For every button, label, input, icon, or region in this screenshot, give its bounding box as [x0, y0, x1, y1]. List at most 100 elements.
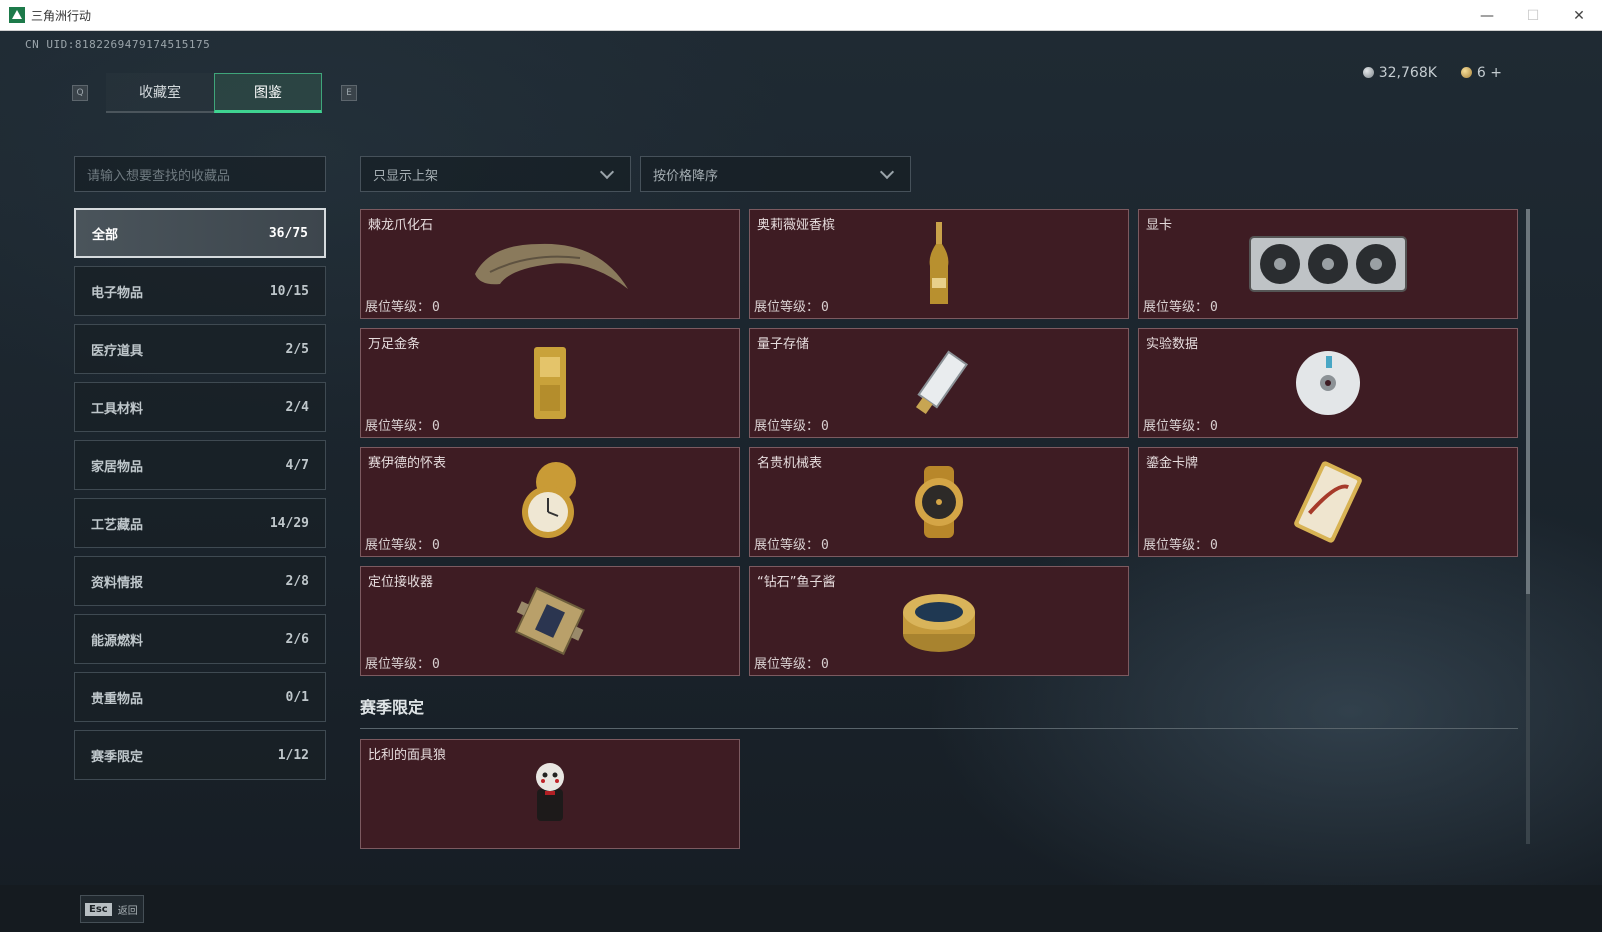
level-label: 展位等级： — [365, 419, 431, 434]
item-name: 量子存储 — [757, 337, 810, 352]
close-button[interactable]: ✕ — [1556, 0, 1602, 31]
maximize-button[interactable]: ☐ — [1510, 0, 1556, 31]
sort-value: 按价格降序 — [653, 168, 719, 184]
category-label: 资料情报 — [91, 575, 144, 591]
display-level: 展位等级： 0 — [1143, 296, 1218, 315]
minimize-button[interactable]: — — [1464, 0, 1510, 31]
category-tools[interactable]: 工具材料 2/4 — [74, 382, 326, 432]
back-button[interactable]: Esc 返回 — [80, 895, 144, 923]
scrollbar[interactable] — [1526, 209, 1530, 844]
gold-currency[interactable]: 6 + — [1460, 65, 1502, 81]
item-name: 棘龙爪化石 — [368, 218, 434, 233]
display-level: 展位等级： 0 — [365, 296, 440, 315]
category-electronics[interactable]: 电子物品 10/15 — [74, 266, 326, 316]
esc-key-hint: Esc — [85, 902, 112, 916]
silver-coin-icon — [1362, 67, 1374, 78]
caviar-tin-icon — [903, 594, 975, 652]
level-value: 0 — [821, 538, 829, 553]
category-count: 4/7 — [285, 457, 309, 473]
item-name: 实验数据 — [1146, 337, 1199, 352]
category-list: 全部 36/75 电子物品 10/15 医疗道具 2/5 工具材料 2/4 家居物品 4/… — [74, 208, 326, 788]
category-fuel[interactable]: 能源燃料 2/6 — [74, 614, 326, 664]
window-controls: — ☐ ✕ — [1464, 0, 1602, 31]
display-level: 展位等级： 0 — [754, 415, 829, 434]
search-input[interactable]: 请输入想要查找的收藏品 — [74, 156, 326, 192]
section-divider — [360, 728, 1518, 729]
scrollbar-thumb[interactable] — [1526, 209, 1530, 594]
app-logo-icon — [9, 7, 25, 23]
gold-bar-icon — [534, 347, 566, 419]
category-count: 36/75 — [268, 225, 308, 241]
key-hint-e: E — [341, 85, 357, 101]
level-label: 展位等级： — [754, 657, 820, 672]
category-label: 赛季限定 — [91, 749, 144, 765]
level-value: 0 — [1210, 538, 1218, 553]
level-label: 展位等级： — [754, 538, 820, 553]
tab-collection-room[interactable]: 收藏室 — [106, 73, 214, 113]
display-level: 展位等级： 0 — [365, 653, 440, 672]
category-label: 全部 — [92, 227, 119, 243]
item-card[interactable]: 名贵机械表 展位等级： 0 — [749, 447, 1129, 557]
display-level: 展位等级： 0 — [1143, 534, 1218, 553]
bottom-bar: Esc 返回 — [0, 885, 1602, 932]
item-name: “钻石”鱼子酱 — [757, 575, 836, 590]
disc-icon — [1296, 351, 1360, 415]
category-count: 0/1 — [285, 689, 309, 705]
category-season[interactable]: 赛季限定 1/12 — [74, 730, 326, 780]
display-level: 展位等级： 0 — [365, 415, 440, 434]
category-label: 电子物品 — [91, 285, 144, 301]
item-card[interactable]: “钻石”鱼子酱 展位等级： 0 — [749, 566, 1129, 676]
dinosaur-claw-icon — [475, 243, 628, 289]
item-name: 名贵机械表 — [757, 456, 823, 471]
pocket-watch-icon — [522, 462, 576, 538]
level-value: 0 — [1210, 419, 1218, 434]
level-label: 展位等级： — [754, 300, 820, 315]
category-all[interactable]: 全部 36/75 — [74, 208, 326, 258]
currency-display: 32,768K 6 + — [1362, 65, 1502, 81]
category-count: 14/29 — [269, 515, 309, 531]
shelf-filter-dropdown[interactable]: 只显示上架 — [360, 156, 631, 192]
item-card[interactable]: 万足金条 展位等级： 0 — [360, 328, 740, 438]
top-tabs: 收藏室 图鉴 — [106, 73, 322, 113]
category-valuables[interactable]: 贵重物品 0/1 — [74, 672, 326, 722]
level-value: 0 — [1210, 300, 1218, 315]
display-level: 展位等级： 0 — [754, 653, 829, 672]
item-name: 定位接收器 — [368, 575, 434, 590]
category-label: 工具材料 — [91, 401, 144, 417]
level-label: 展位等级： — [1143, 419, 1209, 434]
tab-catalog[interactable]: 图鉴 — [214, 73, 322, 113]
category-count: 10/15 — [269, 283, 309, 299]
item-card[interactable]: 鎏金卡牌 展位等级： 0 — [1138, 447, 1518, 557]
level-label: 展位等级： — [1143, 300, 1209, 315]
item-card[interactable]: 比利的面具狼 展位等级：0 — [360, 739, 740, 849]
category-intel[interactable]: 资料情报 2/8 — [74, 556, 326, 606]
category-label: 能源燃料 — [91, 633, 144, 649]
item-card[interactable]: 定位接收器 展位等级： 0 — [360, 566, 740, 676]
item-card[interactable]: 显卡 展位等级： 0 — [1138, 209, 1518, 319]
level-value: 0 — [432, 419, 440, 434]
item-card[interactable]: 实验数据 展位等级： 0 — [1138, 328, 1518, 438]
category-label: 工艺藏品 — [91, 517, 144, 533]
level-label: 展位等级： — [365, 657, 431, 672]
category-crafts[interactable]: 工艺藏品 14/29 — [74, 498, 326, 548]
item-card[interactable]: 棘龙爪化石 展位等级： 0 — [360, 209, 740, 319]
level-value: 0 — [432, 538, 440, 553]
item-name: 比利的面具狼 — [368, 748, 447, 763]
level-value: 0 — [432, 657, 440, 672]
item-card[interactable]: 量子存储 展位等级： 0 — [749, 328, 1129, 438]
item-card[interactable]: 赛伊德的怀表 展位等级： 0 — [360, 447, 740, 557]
category-medical[interactable]: 医疗道具 2/5 — [74, 324, 326, 374]
window-title: 三角洲行动 — [31, 8, 92, 23]
game-viewport: CN UID:8182269479174515175 Q 收藏室 图鉴 E 32… — [0, 31, 1602, 932]
item-card[interactable]: 奥莉薇娅香槟 展位等级： 0 — [749, 209, 1129, 319]
level-value: 0 — [821, 419, 829, 434]
key-hint-q: Q — [72, 85, 88, 101]
category-household[interactable]: 家居物品 4/7 — [74, 440, 326, 490]
level-label: 展位等级： — [365, 300, 431, 315]
level-label: 展位等级： — [365, 538, 431, 553]
item-name: 奥莉薇娅香槟 — [757, 218, 836, 233]
sort-dropdown[interactable]: 按价格降序 — [640, 156, 911, 192]
level-value: 0 — [432, 300, 440, 315]
item-name: 鎏金卡牌 — [1146, 456, 1199, 471]
section-title-season: 赛季限定 — [360, 698, 425, 717]
